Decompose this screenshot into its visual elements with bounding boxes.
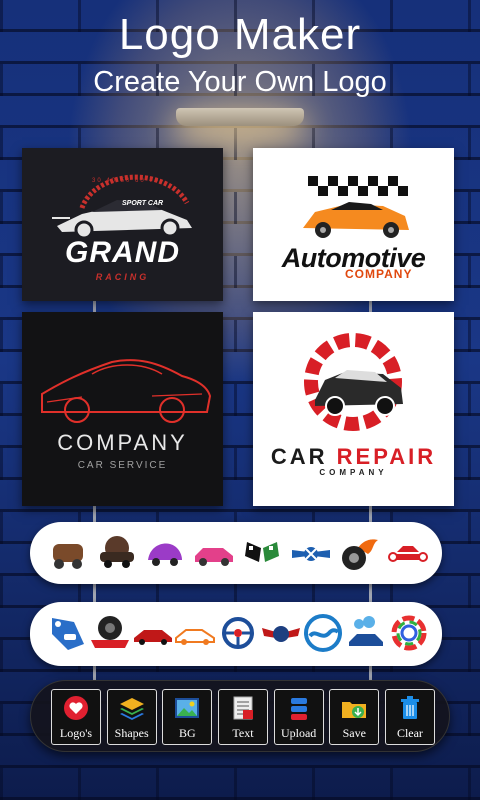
wave-circle-logo-icon[interactable] — [302, 611, 345, 655]
template-company-car-service[interactable]: COMPANY CAR SERVICE — [22, 312, 223, 506]
logo-main-text-part2: REPAIR — [336, 444, 437, 469]
checkered-flag-logo-icon[interactable] — [240, 531, 284, 575]
template-car-repair-company[interactable]: CAR REPAIR COMPANY — [253, 312, 454, 506]
tag-car-logo-icon[interactable] — [46, 611, 89, 655]
logo-main-text: COMPANY — [57, 430, 188, 455]
hanging-wire — [93, 584, 96, 602]
badge-text: SPORT CAR — [122, 200, 164, 207]
classic-car-logo-icon[interactable] — [95, 531, 139, 575]
template-grand-racing[interactable]: SPORT CAR 30 40 50 60 70 GRAND RACING — [22, 148, 223, 301]
gauge-numbers: 30 40 50 60 70 — [92, 178, 161, 184]
hanging-wire — [369, 584, 372, 602]
app-title: Logo Maker — [118, 10, 362, 59]
winged-wrench-logo-icon[interactable] — [289, 531, 333, 575]
logo-main-text: GRAND — [65, 236, 180, 269]
logo-sub-text: CAR SERVICE — [77, 460, 168, 471]
bg-label: BG — [178, 726, 196, 740]
steering-wheel-logo-icon[interactable] — [217, 611, 260, 655]
image-icon — [175, 698, 200, 718]
header: Logo Maker Create Your Own Logo — [0, 10, 480, 99]
logo-sub-text: COMPANY — [345, 267, 413, 281]
bg-button[interactable]: BG — [162, 689, 213, 745]
blue-car-wash-logo-icon[interactable] — [345, 611, 388, 655]
hanging-wire — [369, 666, 372, 680]
flaming-wheel-logo-icon[interactable] — [337, 531, 381, 575]
logo-main-text-part1: CAR — [270, 444, 328, 469]
shapes-label: Shapes — [114, 726, 149, 740]
rainbow-ring-logo-icon[interactable] — [387, 611, 430, 655]
beetle-car-logo-icon[interactable] — [143, 531, 187, 575]
text-label: Text — [232, 726, 254, 740]
upload-label: Upload — [280, 726, 317, 740]
car-outline-icon — [41, 359, 212, 423]
logo-sub-text: COMPANY — [319, 468, 388, 477]
wall-lamp — [176, 108, 304, 126]
trash-icon — [400, 696, 419, 719]
logo-main-text: CAR REPAIR — [253, 444, 454, 470]
logos-label: Logo's — [59, 726, 93, 740]
template-automotive-company[interactable]: Automotive COMPANY — [253, 148, 454, 301]
layers-icon — [119, 698, 144, 720]
logo-category-strip-2[interactable] — [30, 602, 442, 666]
pink-car-logo-icon[interactable] — [192, 531, 236, 575]
clear-label: Clear — [396, 726, 423, 740]
shapes-button[interactable]: Shapes — [106, 689, 157, 745]
heart-circle-icon — [64, 696, 88, 720]
app-subtitle: Create Your Own Logo — [93, 66, 387, 98]
logo-sub-text: RACING — [95, 272, 150, 282]
hanging-wire — [93, 666, 96, 680]
hanging-wire — [369, 505, 372, 523]
text-button[interactable]: Text — [217, 689, 268, 745]
save-button[interactable]: Save — [329, 689, 380, 745]
hanging-wire — [93, 505, 96, 523]
logo-category-strip-1[interactable] — [30, 522, 442, 584]
wrench-car-logo-icon[interactable] — [386, 531, 430, 575]
tire-ribbon-logo-icon[interactable] — [89, 611, 132, 655]
clear-button[interactable]: Clear — [384, 689, 435, 745]
orange-car-logo-icon[interactable] — [174, 611, 217, 655]
vintage-car-logo-icon[interactable] — [46, 531, 90, 575]
upload-stack-icon — [290, 698, 307, 720]
winged-badge-logo-icon[interactable] — [259, 611, 302, 655]
folder-download-icon — [342, 702, 367, 718]
document-text-icon — [233, 696, 253, 720]
upload-button[interactable]: Upload — [273, 689, 324, 745]
save-label: Save — [342, 726, 366, 740]
bottom-toolbar: Logo's Shapes BG Text Upload Save Clear — [30, 680, 450, 752]
logos-button[interactable]: Logo's — [51, 689, 101, 745]
red-sports-car-logo-icon[interactable] — [131, 611, 174, 655]
